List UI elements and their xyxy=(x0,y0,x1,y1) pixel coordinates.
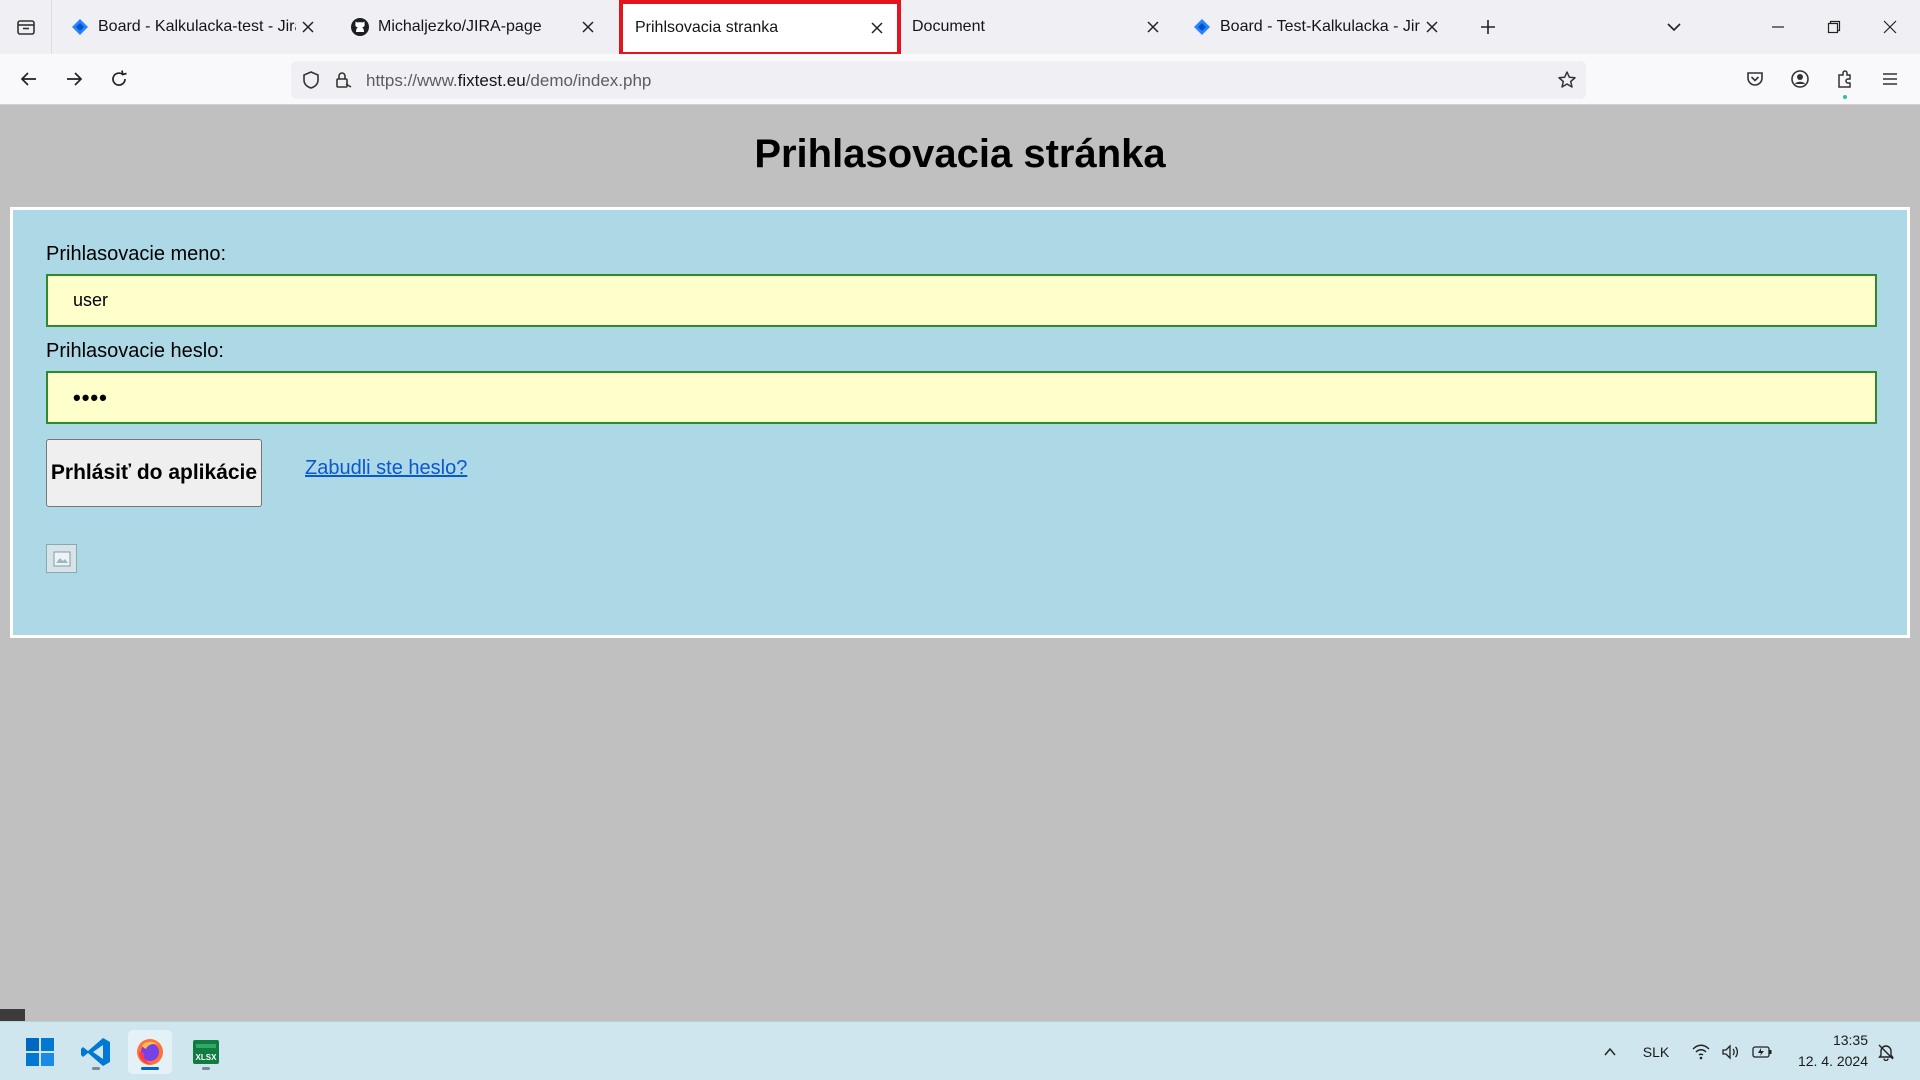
tab-github-jira-page[interactable]: Michaljezko/JIRA-page xyxy=(334,0,608,54)
tab-jira-test-kalkulacka[interactable]: Board - Test-Kalkulacka - Jira xyxy=(1178,0,1452,54)
bookmark-star-icon[interactable] xyxy=(1554,67,1580,93)
close-icon[interactable] xyxy=(1141,15,1165,39)
vscode-icon xyxy=(81,1038,110,1066)
close-icon[interactable] xyxy=(576,15,600,39)
system-clock[interactable]: 13:35 12. 4. 2024 xyxy=(1788,1030,1868,1072)
tab-title: Michaljezko/JIRA-page xyxy=(378,18,542,35)
web-page: Prihlasovacia stránka Prihlasovacie meno… xyxy=(0,106,1920,1021)
reload-button[interactable] xyxy=(103,63,135,95)
running-indicator xyxy=(202,1067,210,1070)
shield-icon[interactable] xyxy=(299,68,323,92)
restore-button[interactable] xyxy=(1806,0,1862,54)
back-button[interactable] xyxy=(13,63,45,95)
forward-button[interactable] xyxy=(58,63,90,95)
jira-icon xyxy=(1192,17,1212,37)
account-icon xyxy=(1791,70,1809,88)
extension-badge-dot xyxy=(1843,95,1847,99)
pocket-button[interactable] xyxy=(1739,63,1771,95)
tab-title: Document xyxy=(912,18,985,35)
bell-icon xyxy=(1878,1044,1894,1061)
svg-text:XLSX: XLSX xyxy=(196,1053,218,1062)
running-indicator xyxy=(92,1067,100,1070)
chevron-down-icon xyxy=(1667,23,1681,32)
list-all-tabs-button[interactable] xyxy=(1660,13,1688,41)
tab-document[interactable]: Document xyxy=(899,0,1173,54)
minimize-button[interactable] xyxy=(1750,0,1806,54)
taskbar: XLSX SLK 13:35 12. 4. 2024 xyxy=(0,1021,1920,1080)
xlsx-file-icon: XLSX xyxy=(193,1040,219,1064)
reload-icon xyxy=(112,70,127,86)
github-icon xyxy=(350,17,370,37)
new-tab-button[interactable] xyxy=(1474,13,1502,41)
scroll-corner xyxy=(0,1009,25,1021)
tab-list-button[interactable] xyxy=(0,0,52,54)
account-button[interactable] xyxy=(1784,63,1816,95)
arrow-left-icon xyxy=(20,72,36,86)
password-label: Prihlasovacie heslo: xyxy=(46,340,224,362)
wifi-icon[interactable] xyxy=(1690,1022,1712,1080)
chevron-up-icon xyxy=(1604,1047,1616,1055)
navigation-toolbar: https://www.fixtest.eu/demo/index.php xyxy=(0,54,1920,105)
battery-icon[interactable] xyxy=(1750,1022,1774,1080)
close-icon[interactable] xyxy=(1420,15,1444,39)
windows-start-button[interactable] xyxy=(18,1030,62,1074)
password-field[interactable]: •••• xyxy=(46,371,1877,424)
address-bar[interactable]: https://www.fixtest.eu/demo/index.php xyxy=(291,61,1586,99)
firefox-icon xyxy=(137,1039,163,1065)
plus-icon xyxy=(1481,20,1495,34)
show-hidden-icons-button[interactable] xyxy=(1598,1022,1622,1080)
tab-title: Board - Kalkulacka-test - Jira xyxy=(98,18,296,35)
input-language[interactable]: SLK xyxy=(1641,1022,1671,1080)
arrow-right-icon xyxy=(67,72,83,86)
page-title: Prihlasovacia stránka xyxy=(754,132,1166,176)
volume-icon[interactable] xyxy=(1720,1022,1742,1080)
hamburger-menu-icon xyxy=(1883,73,1897,85)
taskbar-firefox[interactable] xyxy=(128,1030,172,1074)
login-button[interactable]: Prhlásiť do aplikácie xyxy=(46,439,262,507)
close-icon[interactable] xyxy=(296,15,320,39)
notifications-button[interactable] xyxy=(1874,1022,1898,1080)
url-text: https://www.fixtest.eu/demo/index.php xyxy=(366,71,652,90)
taskbar-vscode[interactable] xyxy=(74,1030,118,1074)
extensions-button[interactable] xyxy=(1829,63,1861,99)
close-icon xyxy=(1883,20,1897,34)
login-form: Prihlasovacie meno: user Prihlasovacie h… xyxy=(10,207,1910,638)
tab-list-icon xyxy=(16,20,35,35)
close-icon[interactable] xyxy=(865,16,889,40)
windows-logo-icon xyxy=(26,1038,54,1066)
tab-title: Board - Test-Kalkulacka - Jira xyxy=(1220,18,1420,35)
minimize-icon xyxy=(1772,26,1784,28)
restore-icon xyxy=(1827,20,1841,34)
broken-image-icon xyxy=(46,544,77,573)
tab-title: Prihlsovacia stranka xyxy=(635,19,779,36)
close-window-button[interactable] xyxy=(1862,0,1918,54)
forgot-password-link[interactable]: Zabudli ste heslo? xyxy=(305,457,467,480)
clock-time: 13:35 xyxy=(1832,1032,1868,1048)
taskbar-excel-file[interactable]: XLSX xyxy=(184,1030,228,1074)
username-label: Prihlasovacie meno: xyxy=(46,243,227,265)
jira-icon xyxy=(70,17,90,37)
app-menu-button[interactable] xyxy=(1874,63,1906,95)
pocket-icon xyxy=(1747,72,1763,86)
tab-jira-kalkulacka-test[interactable]: Board - Kalkulacka-test - Jira xyxy=(54,0,328,54)
tab-prihlasovacia-stranka[interactable]: Prihlsovacia stranka xyxy=(619,0,901,56)
active-indicator xyxy=(141,1067,159,1070)
clock-date: 12. 4. 2024 xyxy=(1797,1053,1868,1069)
username-field[interactable]: user xyxy=(46,274,1877,327)
puzzle-icon xyxy=(1838,70,1851,88)
lock-icon[interactable] xyxy=(331,68,355,92)
tab-strip: Board - Kalkulacka-test - Jira Michaljez… xyxy=(0,0,1920,56)
